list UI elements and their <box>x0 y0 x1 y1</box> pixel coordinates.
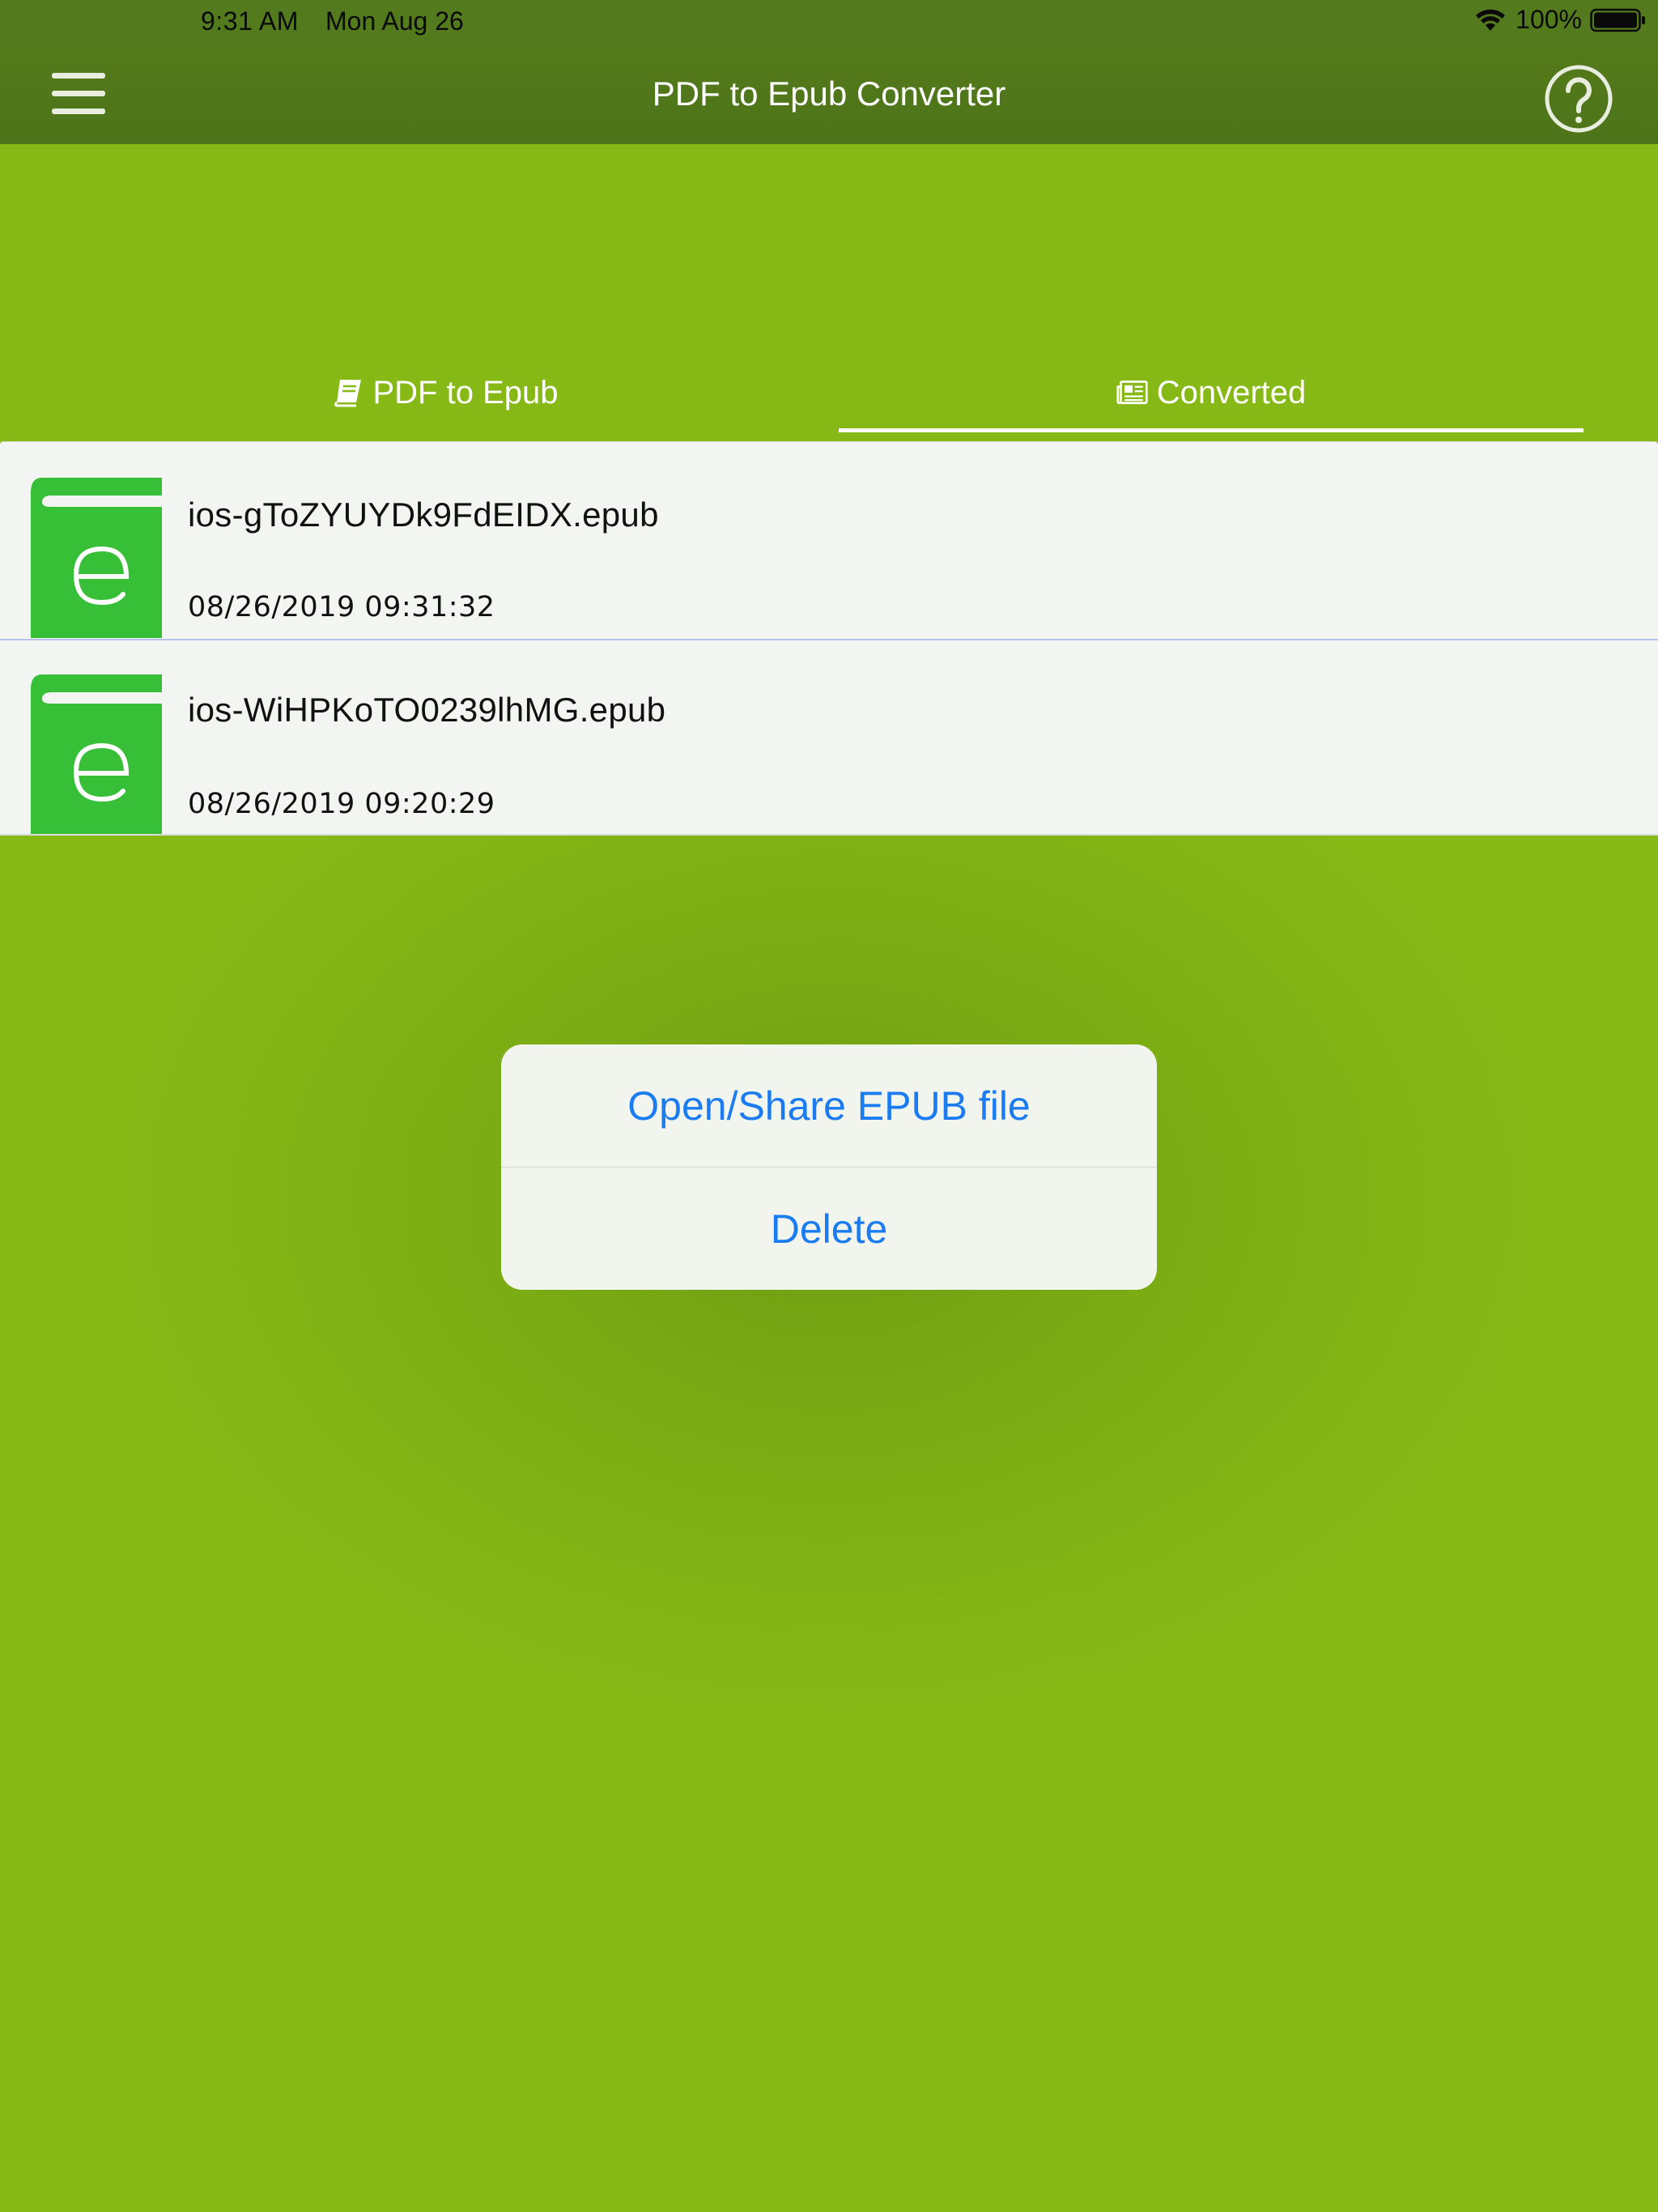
newspaper-icon <box>1116 381 1148 405</box>
open-share-epub-button[interactable]: Open/Share EPUB file <box>501 1044 1157 1167</box>
tab-label: Converted <box>1156 374 1307 410</box>
battery-percent: 100% <box>1516 5 1582 34</box>
file-name: ios-gToZYUYDk9FdEIDX.epub <box>188 496 659 534</box>
list-item[interactable]: ios-gToZYUYDk9FdEIDX.epub 08/26/2019 09:… <box>0 442 1658 638</box>
file-date: 08/26/2019 09:31:32 <box>188 591 495 623</box>
battery-icon <box>1590 8 1645 32</box>
file-action-sheet: Open/Share EPUB file Delete <box>501 1044 1157 1290</box>
file-date: 08/26/2019 09:20:29 <box>188 788 495 820</box>
file-name: ios-WiHPKoTO0239lhMG.epub <box>188 691 666 729</box>
status-indicators: 100% <box>1473 5 1647 35</box>
tab-pdf-to-epub[interactable]: PDF to Epub <box>0 356 891 429</box>
delete-button[interactable]: Delete <box>501 1168 1157 1290</box>
wifi-icon <box>1476 9 1506 31</box>
nav-title: PDF to Epub Converter <box>652 74 1006 113</box>
list-item[interactable]: ios-WiHPKoTO0239lhMG.epub 08/26/2019 09:… <box>0 639 1658 836</box>
book-icon <box>334 380 362 407</box>
status-bar: 9:31 AM Mon Aug 26 100% <box>0 0 1658 44</box>
epub-file-icon <box>31 674 162 835</box>
selected-tab-indicator <box>839 428 1584 432</box>
converted-file-list: ios-gToZYUYDk9FdEIDX.epub 08/26/2019 09:… <box>0 441 1658 836</box>
epub-file-icon <box>31 478 162 638</box>
tab-label: PDF to Epub <box>372 374 559 410</box>
status-date: Mon Aug 26 <box>325 6 464 36</box>
status-time: 9:31 AM <box>201 6 299 36</box>
help-icon[interactable] <box>1543 63 1614 134</box>
nav-bar: PDF to Epub Converter <box>0 44 1658 144</box>
tab-converted[interactable]: Converted <box>839 356 1584 429</box>
list-divider <box>0 834 1658 836</box>
